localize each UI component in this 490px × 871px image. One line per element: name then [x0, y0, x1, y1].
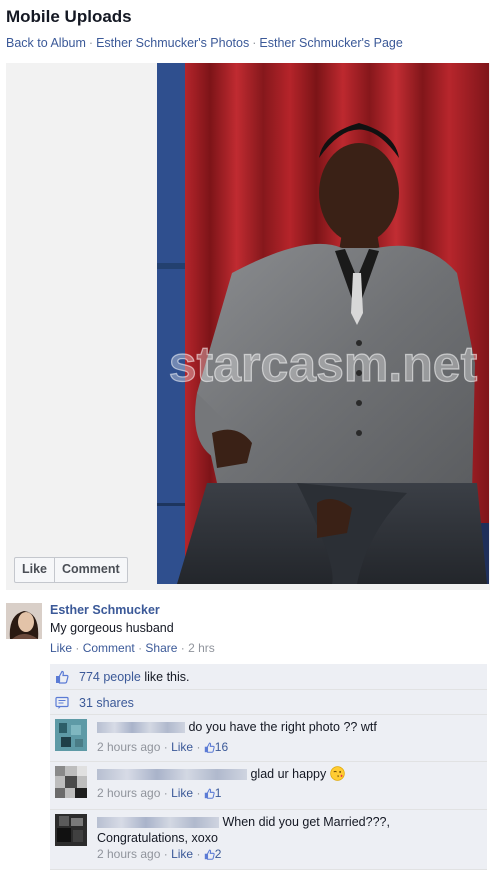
breadcrumb: Back to Album · Esther Schmucker's Photos ·…	[6, 36, 403, 50]
commenter-name-redacted[interactable]	[97, 722, 185, 734]
commenter-avatar[interactable]	[55, 814, 87, 846]
shares-row: 31 shares	[50, 690, 487, 715]
thumbs-up-icon	[56, 670, 69, 684]
photos-link[interactable]: Esther Schmucker's Photos	[96, 36, 249, 50]
likes-suffix: like this.	[140, 670, 190, 684]
comment-like-count[interactable]: 2	[215, 847, 222, 861]
comment-time[interactable]: 2 hours ago	[97, 740, 160, 754]
comment-like-count[interactable]: 16	[215, 740, 228, 754]
photo-actions: Like Comment	[14, 557, 128, 583]
commenter-avatar[interactable]	[55, 719, 87, 751]
thumbs-up-icon	[204, 788, 215, 799]
feedback-box: 774 people like this. 31 shares do you h…	[50, 664, 487, 870]
photo-like-button[interactable]: Like	[15, 558, 54, 582]
photo-image: starcasm.net	[157, 63, 489, 584]
watermark: starcasm.net	[169, 336, 478, 392]
page-link[interactable]: Esther Schmucker's Page	[259, 36, 402, 50]
page-title: Mobile Uploads	[6, 7, 132, 26]
commenter-name-redacted[interactable]	[97, 769, 247, 781]
comment-like-link[interactable]: Like	[171, 786, 193, 800]
commenter-name-redacted[interactable]	[97, 817, 219, 829]
comment-meta: 2 hours ago · Like · 16	[97, 740, 229, 754]
post-actions: Like · Comment · Share · 2 hrs	[50, 641, 215, 655]
comment-time[interactable]: 2 hours ago	[97, 847, 160, 861]
post-share-link[interactable]: Share	[145, 641, 177, 655]
author-name[interactable]: Esther Schmucker	[50, 603, 160, 617]
thumbs-up-icon	[204, 742, 215, 753]
comment: do you have the right photo ?? wtf 2 hou…	[50, 715, 487, 762]
comment-like-link[interactable]: Like	[171, 740, 193, 754]
likes-row: 774 people like this.	[50, 664, 487, 690]
separator: ·	[75, 641, 83, 655]
post-caption: My gorgeous husband	[50, 621, 174, 635]
kiss-wink-emoji-icon	[330, 766, 345, 781]
comment: glad ur happy 2 hours ago · Like · 1	[50, 762, 487, 810]
comment-like-link[interactable]: Like	[171, 847, 193, 861]
breadcrumb-separator: ·	[88, 36, 94, 50]
share-icon	[55, 696, 69, 709]
back-to-album-link[interactable]: Back to Album	[6, 36, 86, 50]
comment-meta: 2 hours ago · Like · 1	[97, 786, 222, 800]
post-comment-link[interactable]: Comment	[83, 641, 135, 655]
comment: When did you get Married???, Congratulat…	[50, 810, 487, 870]
comment-text: do you have the right photo ?? wtf	[188, 720, 377, 734]
comment-text: glad ur happy	[250, 767, 327, 781]
comment-time[interactable]: 2 hours ago	[97, 786, 160, 800]
post-timestamp[interactable]: 2 hrs	[188, 641, 215, 655]
comment-like-count[interactable]: 1	[215, 786, 222, 800]
breadcrumb-separator: ·	[252, 36, 257, 50]
post-like-link[interactable]: Like	[50, 641, 72, 655]
shares-link[interactable]: 31 shares	[79, 696, 134, 710]
comment-meta: 2 hours ago · Like · 2	[97, 847, 222, 861]
commenter-avatar[interactable]	[55, 766, 87, 798]
photo-comment-button[interactable]: Comment	[54, 558, 127, 582]
photo[interactable]: starcasm.net	[157, 63, 489, 584]
likers-link[interactable]: 774 people	[79, 670, 141, 684]
author-avatar[interactable]	[6, 603, 42, 639]
thumbs-up-icon	[204, 849, 215, 860]
